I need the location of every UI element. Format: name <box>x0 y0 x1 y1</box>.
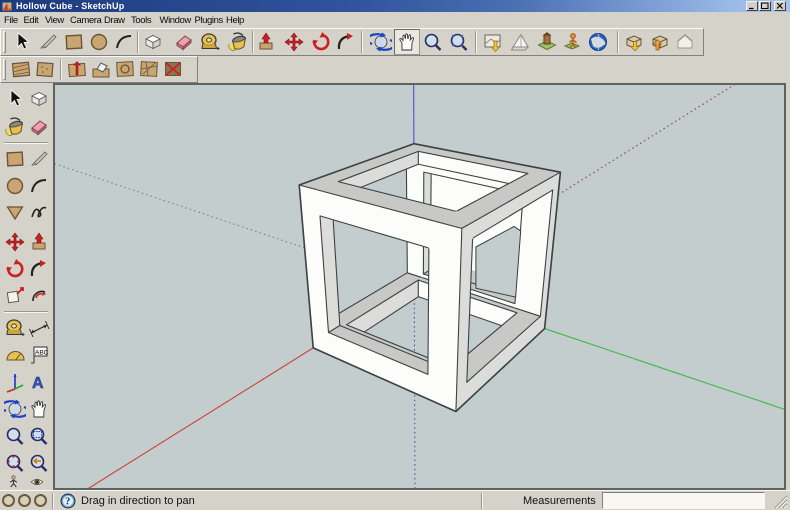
svg-text:A: A <box>32 375 44 392</box>
svg-text:ABC: ABC <box>35 349 49 356</box>
svg-text:?: ? <box>65 497 70 508</box>
